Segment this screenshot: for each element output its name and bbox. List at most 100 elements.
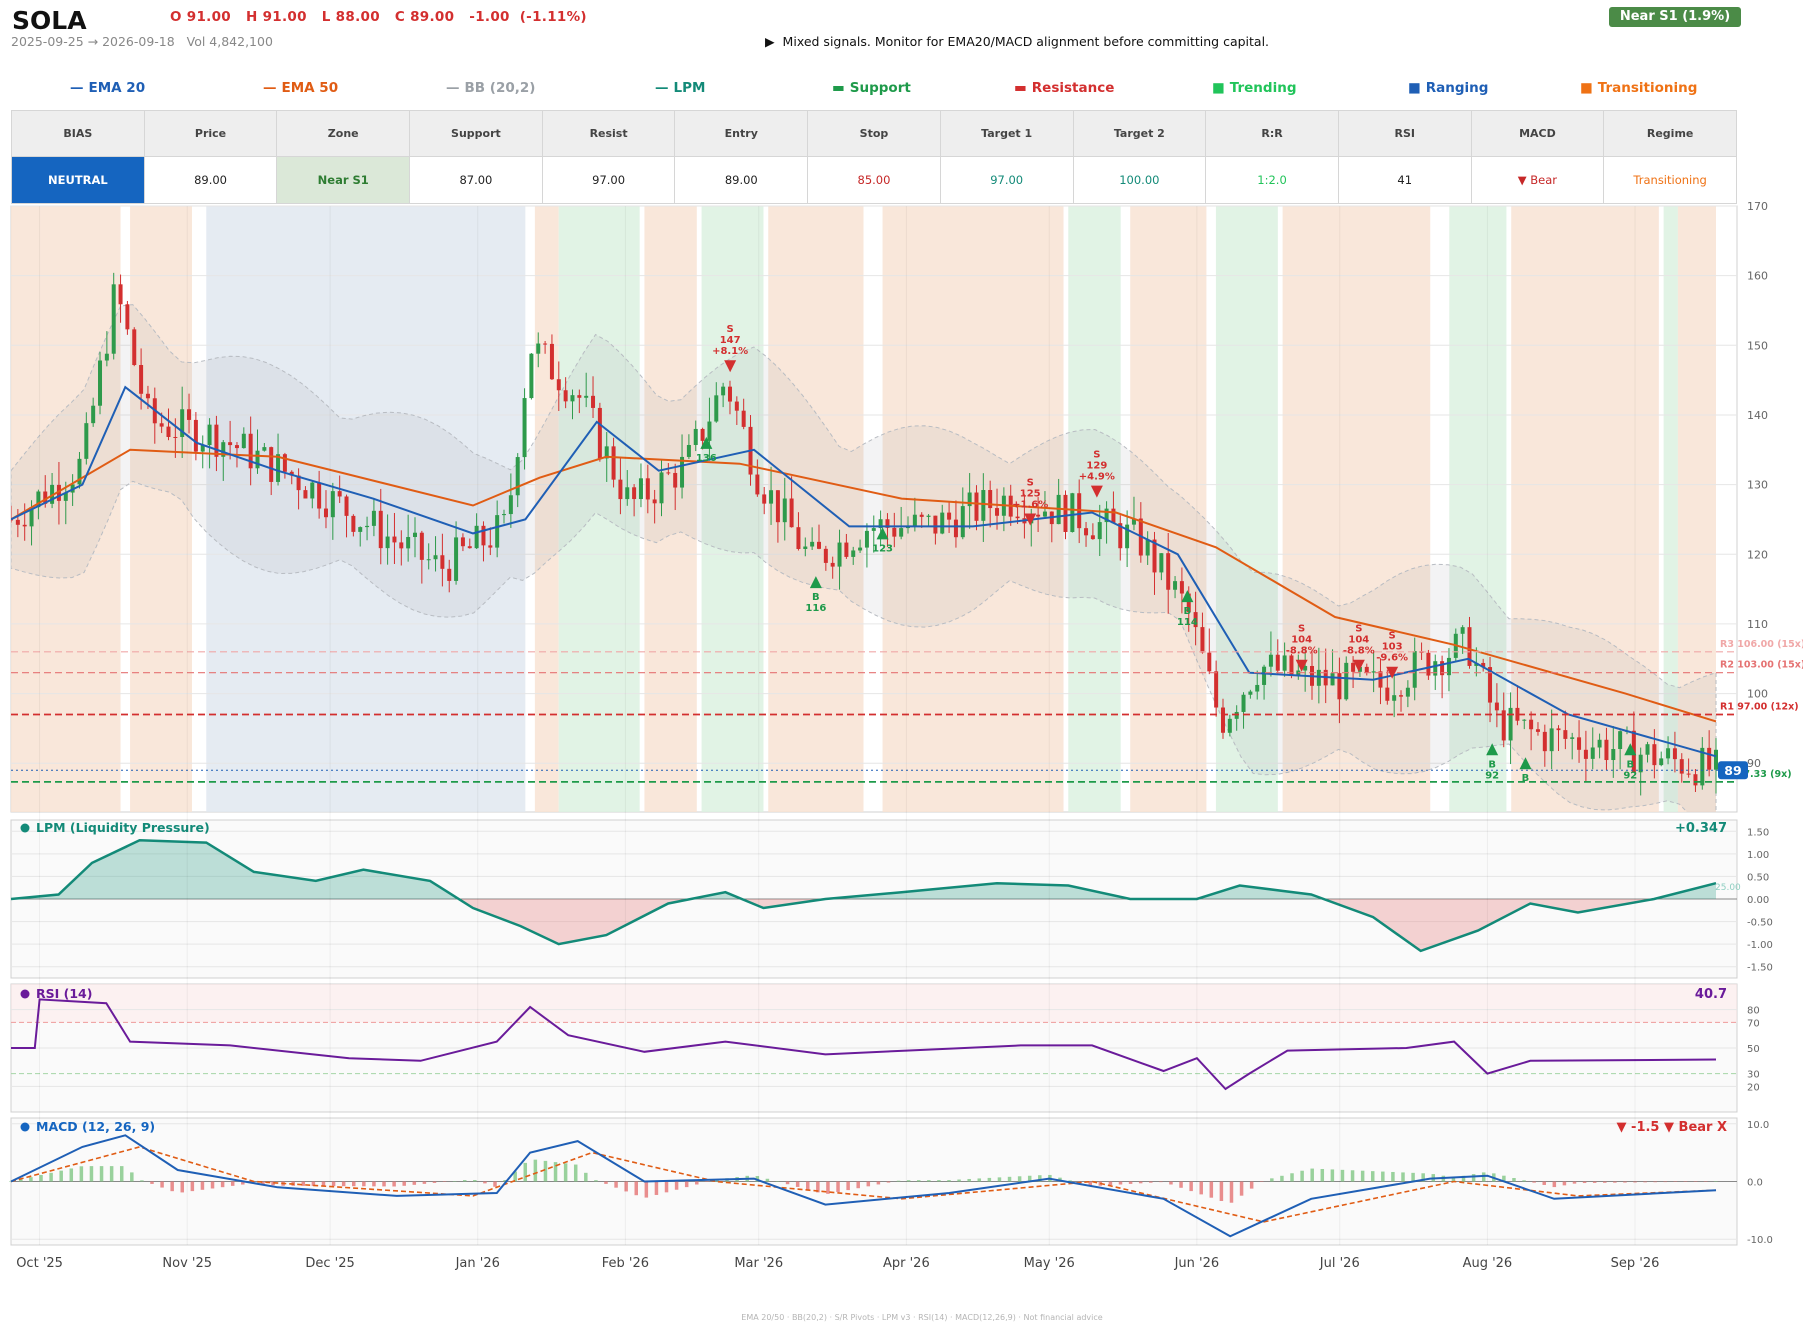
macd-histogram-bar [422,1181,427,1184]
macd-histogram-bar [1481,1172,1486,1182]
macd-histogram-bar [866,1181,871,1187]
candle-body [638,478,643,500]
candle-body [460,537,465,547]
candle-body [1015,516,1020,519]
macd-histogram-bar [573,1164,578,1182]
candle-body [1364,666,1369,673]
macd-histogram-bar [705,1181,709,1182]
candle-body [1529,719,1534,730]
candle-body [111,284,116,354]
macd-histogram-bar [1330,1169,1335,1182]
macd-histogram-bar [1169,1181,1173,1185]
macd-histogram-bar [1360,1170,1365,1182]
candle-body [1179,581,1184,594]
macd-histogram-bar [876,1181,881,1185]
candle-body [1111,508,1116,524]
candle-body [1508,707,1513,741]
candle-body [262,447,267,451]
candle-body [1214,671,1219,708]
macd-histogram-bar [523,1162,528,1182]
macd-histogram-bar [200,1181,205,1190]
candle-body [823,548,828,563]
candle-body [1659,758,1664,766]
macd-histogram-bar [614,1181,618,1188]
macd-histogram-bar [59,1170,63,1182]
macd-histogram-bar [170,1181,174,1192]
candle-body [1563,730,1568,739]
macd-histogram-bar [533,1159,538,1182]
macd-histogram-bar [927,1180,931,1182]
candle-body [193,419,198,452]
macd-histogram-bar [684,1181,689,1188]
lpm-title-dot [20,823,30,833]
macd-histogram-bar [1683,1181,1688,1182]
macd-histogram-bar [29,1177,33,1182]
candle-body [310,482,315,499]
sell-annotation-label: S [1355,624,1362,635]
candle-body [775,490,780,523]
macd-histogram-bar [1249,1181,1254,1189]
candle-body [139,365,144,394]
candle-body [1063,494,1068,532]
rsi-title-dot [20,989,30,999]
candle-body [960,506,965,538]
candle-body [611,446,616,480]
macd-histogram-bar [1189,1181,1193,1192]
candle-body [1679,759,1684,774]
sell-annotation-label: +1.6% [1012,499,1048,510]
macd-axis-tick: 10.0 [1747,1120,1769,1131]
macd-histogram-bar [1512,1178,1516,1182]
price-axis-tick: 140 [1747,409,1768,422]
buy-annotation-label: B [1184,606,1192,617]
macd-histogram-bar [432,1181,437,1183]
x-axis-tick: Oct '25 [16,1256,63,1271]
rsi-axis-tick: 20 [1747,1082,1760,1093]
rsi-current-value: 40.7 [1695,987,1727,1002]
candle-body [276,454,281,482]
candle-body [145,393,150,399]
candle-body [371,510,376,526]
candle-body [693,428,698,445]
x-axis-tick: Apr '26 [883,1256,930,1271]
candle-body [1693,774,1698,786]
macd-histogram-bar [604,1181,608,1184]
macd-histogram-bar [806,1181,810,1190]
candle-body [769,490,774,504]
macd-histogram-bar [1603,1181,1607,1183]
macd-histogram-bar [967,1178,971,1182]
candle-body [591,395,596,408]
candle-body [858,547,863,551]
macd-histogram-bar [674,1181,679,1190]
candle-body [953,519,958,538]
macd-histogram-bar [947,1180,951,1182]
lpm-threshold-label: 25.00 [1715,883,1741,893]
candle-body [1268,654,1273,667]
candle-body [1207,652,1212,672]
rsi-axis-tick: 70 [1747,1018,1760,1029]
candle-body [734,401,739,411]
macd-histogram-bar [230,1181,235,1186]
candle-body [454,537,459,581]
x-axis-tick: Jul '26 [1319,1256,1360,1271]
macd-histogram-bar [1673,1181,1678,1182]
macd-histogram-bar [1391,1171,1395,1182]
candle-body [584,395,589,398]
sell-annotation-label: 104 [1348,635,1369,646]
candle-body [1604,739,1609,761]
sell-annotation-label: S [1298,624,1305,635]
candle-body [1234,711,1239,719]
buy-annotation-label: B [1626,759,1634,770]
candle-body [1282,655,1287,671]
buy-annotation-label: B [812,592,820,603]
candle-body [1070,493,1075,532]
lpm-axis-tick: -1.50 [1747,963,1773,974]
macd-histogram-bar [150,1181,154,1184]
candle-body [15,519,20,525]
macd-histogram-bar [1159,1181,1163,1183]
candle-body [508,495,513,515]
macd-histogram-bar [220,1181,225,1188]
sell-annotation-label: 103 [1382,642,1403,653]
candle-body [1344,662,1349,700]
macd-histogram-bar [493,1181,497,1187]
macd-histogram-bar [795,1181,800,1187]
